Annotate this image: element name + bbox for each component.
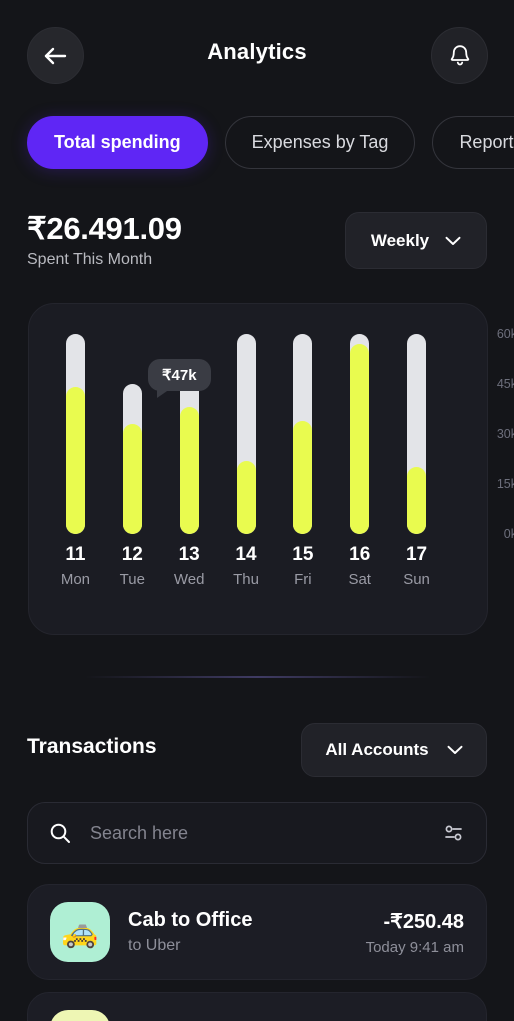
chart-y-tick: 30k xyxy=(496,427,514,441)
chart-bar-fill xyxy=(293,420,313,534)
chart-y-tick: 0k xyxy=(503,527,514,541)
transaction-row[interactable]: 🎉 Party Due +₹925.00 xyxy=(27,992,487,1021)
account-filter-select[interactable]: All Accounts xyxy=(301,723,487,777)
transaction-info: Cab to Office to Uber xyxy=(128,909,366,955)
transaction-meta: -₹250.48 Today 9:41 am xyxy=(366,909,464,956)
chart-y-tick: 45k xyxy=(496,377,514,391)
chart-bar[interactable] xyxy=(236,334,256,534)
transaction-time: Today 9:41 am xyxy=(365,938,464,956)
chevron-down-icon xyxy=(447,745,463,755)
chart-day-name: Sun xyxy=(403,571,430,588)
notifications-button[interactable] xyxy=(431,27,488,84)
chart-bar-fill xyxy=(179,407,199,534)
chart-day-number: 14 xyxy=(235,544,257,565)
transaction-subtitle: to Uber xyxy=(128,937,181,954)
chart-day-number: 12 xyxy=(121,544,143,565)
transaction-glyph: 🚕 xyxy=(61,915,99,949)
chart-x-label: 13 Wed xyxy=(161,544,217,588)
tab-label: Total spending xyxy=(54,132,181,152)
chart-y-tick: 15k xyxy=(496,477,514,491)
chart-day-number: 17 xyxy=(405,544,428,565)
chart-tooltip: ₹47k xyxy=(148,359,211,398)
bar-chart-plot xyxy=(47,334,445,534)
spent-amount: ₹26.491.09 xyxy=(27,211,182,246)
chart-x-label: 17 Sun xyxy=(389,544,445,588)
chevron-down-icon xyxy=(445,236,461,246)
account-filter-label: All Accounts xyxy=(325,740,429,759)
analytics-screen: Analytics Total spending Expenses by Tag… xyxy=(0,0,514,1021)
period-select-label: Weekly xyxy=(370,230,430,250)
chart-bar[interactable] xyxy=(407,334,427,534)
tab-expenses-by-tag[interactable]: Expenses by Tag xyxy=(224,116,416,169)
transaction-amount: -₹250.48 xyxy=(383,910,464,933)
spending-chart-card: 0k 15k 30k 45k 60k 11 Mon 12 Tue 13 Wed 14 Thu 15 Fri… xyxy=(28,303,514,635)
search-input[interactable] xyxy=(90,822,442,844)
bell-icon xyxy=(448,43,472,69)
chart-bar-fill xyxy=(65,387,85,534)
spending-summary: ₹26.491.09 Spent This Month xyxy=(27,212,182,269)
chart-bar[interactable] xyxy=(350,334,370,534)
chart-day-number: 11 xyxy=(65,544,86,565)
app-header: Analytics xyxy=(0,27,514,85)
chart-day-name: Sat xyxy=(348,571,371,588)
chart-tooltip-label: ₹47k xyxy=(162,367,197,384)
chart-bar-fill xyxy=(350,344,370,534)
chart-day-name: Tue xyxy=(119,571,145,588)
taxi-icon: 🚕 xyxy=(50,902,110,962)
chart-day-name: Wed xyxy=(173,571,205,588)
chart-x-label: 11 Mon xyxy=(47,544,103,588)
search-icon xyxy=(48,821,72,845)
chart-x-axis: 11 Mon 12 Tue 13 Wed 14 Thu 15 Fri 16 Sat 17 Sun xyxy=(47,544,445,604)
chart-y-tick: 60k xyxy=(496,327,514,341)
chart-bar[interactable] xyxy=(122,334,142,534)
chart-day-name: Thu xyxy=(233,571,259,588)
chart-x-label: 12 Tue xyxy=(104,544,160,588)
sliders-icon[interactable] xyxy=(442,823,466,843)
chart-day-number: 16 xyxy=(349,544,371,565)
tab-label: Reports xyxy=(459,132,514,152)
chart-bar[interactable] xyxy=(65,334,85,534)
chart-day-name: Mon xyxy=(60,571,91,588)
chart-bar[interactable] xyxy=(293,334,313,534)
period-select[interactable]: Weekly xyxy=(345,212,487,269)
tab-reports[interactable]: Reports xyxy=(432,116,514,169)
spent-caption: Spent This Month xyxy=(27,251,153,269)
tab-label: Expenses by Tag xyxy=(251,132,389,152)
confetti-icon: 🎉 xyxy=(50,1010,110,1021)
chart-day-number: 13 xyxy=(178,544,200,565)
chart-bar-fill xyxy=(122,424,142,534)
chart-bar-fill xyxy=(407,467,427,534)
chart-day-name: Fri xyxy=(294,571,312,588)
chart-x-label: 16 Sat xyxy=(332,544,388,588)
transaction-search-bar[interactable] xyxy=(27,802,487,864)
chart-day-number: 15 xyxy=(292,544,314,565)
transaction-title: Cab to Office xyxy=(128,909,253,931)
chart-bar-fill xyxy=(236,460,256,534)
section-divider xyxy=(85,676,430,678)
analytics-tabs: Total spending Expenses by Tag Reports xyxy=(27,116,514,169)
transactions-heading: Transactions xyxy=(27,735,157,758)
transaction-row[interactable]: 🚕 Cab to Office to Uber -₹250.48 Today 9… xyxy=(27,884,487,980)
chart-x-label: 15 Fri xyxy=(275,544,331,588)
tab-total-spending[interactable]: Total spending xyxy=(27,116,208,169)
chart-x-label: 14 Thu xyxy=(218,544,274,588)
chart-y-axis: 0k 15k 30k 45k 60k xyxy=(477,327,514,541)
